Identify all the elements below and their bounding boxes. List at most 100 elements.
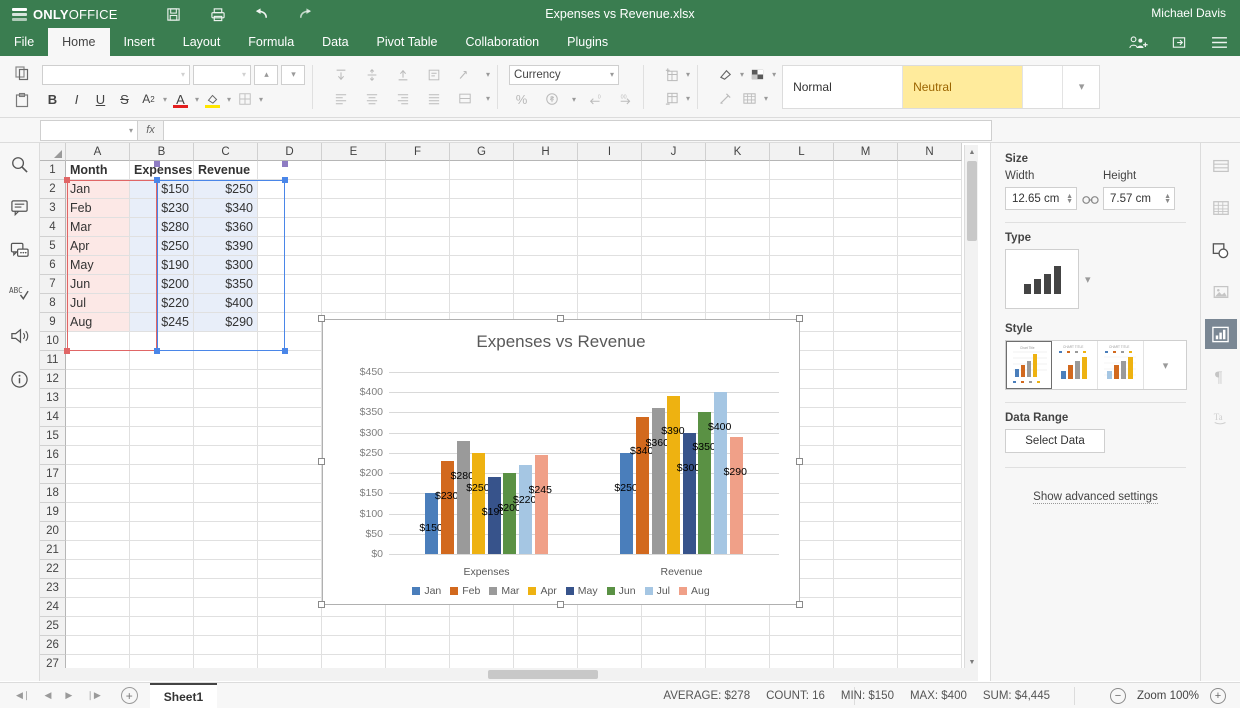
cell-empty[interactable] <box>642 161 706 180</box>
cell-empty[interactable] <box>642 180 706 199</box>
cell-empty[interactable] <box>194 484 258 503</box>
row-header-23[interactable]: 23 <box>40 579 66 598</box>
cell-empty[interactable] <box>258 617 322 636</box>
cell-empty[interactable] <box>706 218 770 237</box>
hamburger-menu-icon[interactable] <box>1208 31 1230 53</box>
cell-empty[interactable] <box>642 237 706 256</box>
cell-empty[interactable] <box>834 446 898 465</box>
cell-empty[interactable] <box>258 522 322 541</box>
image-settings-icon[interactable] <box>1205 277 1237 307</box>
row-header-18[interactable]: 18 <box>40 484 66 503</box>
row-header-2[interactable]: 2 <box>40 180 66 199</box>
cell-empty[interactable] <box>578 161 642 180</box>
spellcheck-icon[interactable]: ABC <box>7 280 33 306</box>
cell-C4[interactable]: $360 <box>194 218 258 237</box>
column-header-D[interactable]: D <box>258 143 322 161</box>
chart-legend-item[interactable]: May <box>565 585 598 597</box>
cell-empty[interactable] <box>834 275 898 294</box>
cell-empty[interactable] <box>834 218 898 237</box>
cell-empty[interactable] <box>194 351 258 370</box>
prev-sheet-button[interactable]: ◀ <box>44 690 51 701</box>
tab-data[interactable]: Data <box>308 28 362 56</box>
chart-resize-handle-sw[interactable] <box>318 601 325 608</box>
cell-empty[interactable] <box>130 617 194 636</box>
cell-empty[interactable] <box>258 446 322 465</box>
cell-empty[interactable] <box>706 617 770 636</box>
cell-empty[interactable] <box>834 598 898 617</box>
chevron-down-icon[interactable]: ▾ <box>486 70 490 79</box>
cell-empty[interactable] <box>450 294 514 313</box>
font-size-select[interactable]: ▾ <box>193 64 251 85</box>
cell-empty[interactable] <box>66 351 130 370</box>
cell-empty[interactable] <box>642 218 706 237</box>
row-header-10[interactable]: 10 <box>40 332 66 351</box>
cell-empty[interactable] <box>386 294 450 313</box>
cell-empty[interactable] <box>194 370 258 389</box>
row-header-13[interactable]: 13 <box>40 389 66 408</box>
chart-legend-item[interactable]: Aug <box>679 585 710 597</box>
search-icon[interactable] <box>7 151 33 177</box>
align-right-button[interactable] <box>392 89 413 108</box>
cell-empty[interactable] <box>834 161 898 180</box>
chart-resize-handle-e[interactable] <box>796 458 803 465</box>
cell-empty[interactable] <box>706 294 770 313</box>
range-handle[interactable] <box>154 177 160 183</box>
cell-empty[interactable] <box>706 636 770 655</box>
increase-decimal-button[interactable]: 00 <box>615 90 636 109</box>
cell-empty[interactable] <box>642 294 706 313</box>
comments-icon[interactable] <box>7 194 33 220</box>
chart-style-option-2[interactable]: CHART TITLE <box>1052 341 1098 389</box>
cell-styles-expand-button[interactable]: ▾ <box>1063 66 1099 108</box>
cell-empty[interactable] <box>194 427 258 446</box>
tab-formula[interactable]: Formula <box>234 28 308 56</box>
borders-button[interactable] <box>234 90 255 109</box>
cell-empty[interactable] <box>130 503 194 522</box>
cell-empty[interactable] <box>834 408 898 427</box>
row-header-20[interactable]: 20 <box>40 522 66 541</box>
cell-empty[interactable] <box>834 351 898 370</box>
column-header-A[interactable]: A <box>66 143 130 161</box>
percent-style-button[interactable]: % <box>511 90 532 109</box>
cell-empty[interactable] <box>834 465 898 484</box>
insert-cells-icon[interactable] <box>661 65 682 84</box>
cell-empty[interactable] <box>130 560 194 579</box>
chart-legend-item[interactable]: Jan <box>412 585 441 597</box>
cell-B3[interactable]: $230 <box>130 199 194 218</box>
cell-empty[interactable] <box>898 313 962 332</box>
formula-input[interactable] <box>164 119 992 141</box>
cell-empty[interactable] <box>450 161 514 180</box>
cell-empty[interactable] <box>194 579 258 598</box>
chart-resize-handle-n[interactable] <box>557 315 564 322</box>
chevron-down-icon[interactable]: ▾ <box>486 94 490 103</box>
clear-formatting-icon[interactable] <box>715 65 736 84</box>
cell-empty[interactable] <box>66 370 130 389</box>
cell-empty[interactable] <box>898 484 962 503</box>
cell-B1[interactable]: Expenses <box>130 161 194 180</box>
cell-empty[interactable] <box>66 541 130 560</box>
cell-A9[interactable]: Aug <box>66 313 130 332</box>
cell-empty[interactable] <box>386 636 450 655</box>
decrease-decimal-button[interactable]: 0 <box>585 90 606 109</box>
cell-empty[interactable] <box>130 636 194 655</box>
tab-file[interactable]: File <box>0 28 48 56</box>
cell-empty[interactable] <box>450 218 514 237</box>
cell-empty[interactable] <box>258 275 322 294</box>
cell-empty[interactable] <box>66 503 130 522</box>
cell-empty[interactable] <box>706 256 770 275</box>
cell-empty[interactable] <box>66 332 130 351</box>
zoom-level-label[interactable]: Zoom 100% <box>1137 690 1199 702</box>
width-spinner[interactable]: 12.65 cm ▲ ▼ <box>1005 187 1077 210</box>
cell-empty[interactable] <box>66 408 130 427</box>
cell-empty[interactable] <box>258 199 322 218</box>
cell-empty[interactable] <box>770 161 834 180</box>
cell-empty[interactable] <box>578 294 642 313</box>
range-handle[interactable] <box>154 348 160 354</box>
chart-bar[interactable] <box>667 396 681 554</box>
row-header-25[interactable]: 25 <box>40 617 66 636</box>
cell-empty[interactable] <box>386 218 450 237</box>
cell-B6[interactable]: $190 <box>130 256 194 275</box>
chart-resize-handle-w[interactable] <box>318 458 325 465</box>
cell-empty[interactable] <box>450 617 514 636</box>
share-users-icon[interactable] <box>1128 31 1150 53</box>
cell-empty[interactable] <box>898 389 962 408</box>
